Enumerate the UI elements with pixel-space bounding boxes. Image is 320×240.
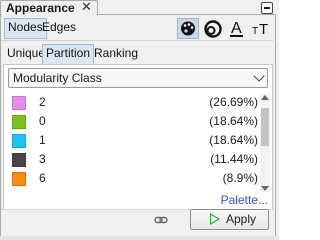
partition-row[interactable]: 1 (18.64%) <box>4 132 258 149</box>
tab-edges[interactable]: Edges <box>39 18 79 37</box>
color-swatch[interactable] <box>12 134 26 148</box>
partition-percent: (18.64%) <box>209 133 258 147</box>
partition-label: 1 <box>39 133 46 147</box>
chevron-down-icon <box>253 70 265 82</box>
partition-label: 2 <box>39 95 46 109</box>
chain-link-icon[interactable] <box>154 214 168 224</box>
svg-text:T: T <box>259 21 268 38</box>
partition-percent: (18.64%) <box>209 114 258 128</box>
partition-row[interactable]: 6 (8.9%) <box>4 170 258 187</box>
partition-row[interactable]: 2 (26.69%) <box>4 94 258 111</box>
partition-label: 6 <box>39 171 46 185</box>
palette-link[interactable]: Palette... <box>221 193 268 207</box>
panel-title: Appearance <box>6 1 75 15</box>
attribute-select[interactable]: Modularity Class <box>8 68 268 88</box>
partition-content: Modularity Class 2 (26.69%) 0 (18.64%) 1… <box>3 64 273 210</box>
size-icon[interactable] <box>202 18 224 39</box>
minimize-icon[interactable] <box>261 2 273 14</box>
partition-percent: (26.69%) <box>209 95 258 109</box>
partition-list: 2 (26.69%) 0 (18.64%) 1 (18.64%) 3 (11.4… <box>4 94 258 192</box>
svg-text:T: T <box>252 26 258 37</box>
partition-row[interactable]: 3 (11.44%) <box>4 151 258 168</box>
color-swatch[interactable] <box>12 172 26 186</box>
label-color-icon[interactable]: A <box>226 18 248 39</box>
close-icon[interactable]: ✕ <box>81 0 92 14</box>
color-swatch[interactable] <box>12 96 26 110</box>
attribute-select-value: Modularity Class <box>13 71 102 85</box>
play-icon <box>210 213 220 225</box>
color-swatch[interactable] <box>12 153 26 167</box>
apply-button[interactable]: Apply <box>190 209 269 230</box>
svg-text:A: A <box>231 20 242 37</box>
tab-ranking[interactable]: Ranking <box>91 44 141 63</box>
partition-percent: (11.44%) <box>210 152 258 166</box>
partition-row[interactable]: 0 (18.64%) <box>4 113 258 130</box>
appearance-panel: Appearance ✕ Nodes Edges A T T Unique Pa… <box>0 0 279 240</box>
apply-label: Apply <box>226 212 257 226</box>
partition-label: 0 <box>39 114 46 128</box>
color-swatch[interactable] <box>12 115 26 129</box>
partition-percent: (8.9%) <box>222 171 258 185</box>
list-scrollbar[interactable] <box>260 94 270 192</box>
status-strip <box>0 236 279 240</box>
scroll-thumb[interactable] <box>261 108 269 146</box>
scroll-down-icon[interactable] <box>261 186 269 191</box>
mode-tabs: Unique Partition Ranking <box>1 40 273 65</box>
tab-partition[interactable]: Partition <box>42 44 95 65</box>
label-size-icon[interactable]: T T <box>250 18 272 39</box>
scroll-up-icon[interactable] <box>261 95 269 100</box>
palette-icon[interactable] <box>177 18 199 39</box>
element-toolbar: Nodes Edges A T T <box>1 15 273 39</box>
panel-title-tab[interactable]: Appearance ✕ <box>0 0 98 15</box>
partition-label: 3 <box>39 152 46 166</box>
